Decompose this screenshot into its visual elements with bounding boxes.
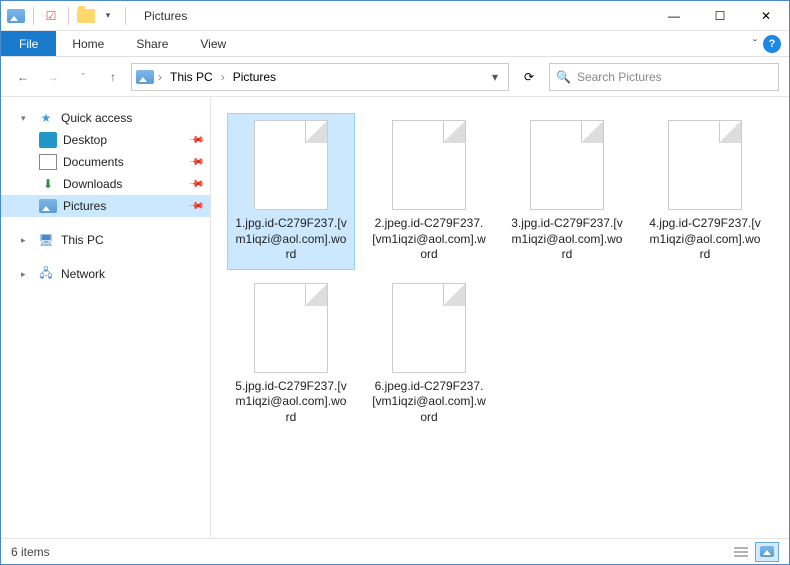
help-icon[interactable]: ?: [763, 35, 781, 53]
separator: [125, 7, 126, 25]
ribbon: File Home Share View ˇ ?: [1, 31, 789, 57]
close-button[interactable]: ✕: [743, 1, 789, 31]
network-icon: 🖧: [37, 266, 55, 282]
breadcrumb-this-pc[interactable]: This PC: [166, 68, 217, 86]
tab-view[interactable]: View: [184, 31, 242, 56]
file-item[interactable]: 6.jpeg.id-C279F237.[vm1iqzi@aol.com].wor…: [365, 276, 493, 433]
thumbnails-view-button[interactable]: [755, 542, 779, 562]
file-name: 3.jpg.id-C279F237.[vm1iqzi@aol.com].word: [510, 216, 624, 263]
sidebar-item-label: Desktop: [63, 133, 107, 147]
pin-icon: 📌: [187, 176, 204, 193]
breadcrumb-pictures[interactable]: Pictures: [229, 68, 280, 86]
window-controls: — ☐ ✕: [651, 1, 789, 31]
sidebar-quick-access[interactable]: ▾ ★ Quick access: [1, 107, 210, 129]
item-count: 6 items: [11, 545, 50, 559]
file-tab[interactable]: File: [1, 31, 56, 56]
properties-icon[interactable]: ☑: [42, 7, 60, 25]
pictures-icon: [39, 198, 57, 214]
star-icon: ★: [37, 110, 55, 126]
sidebar-item-label: Quick access: [61, 111, 132, 125]
details-icon: [734, 546, 748, 558]
refresh-button[interactable]: ⟳: [515, 63, 543, 91]
minimize-button[interactable]: —: [651, 1, 697, 31]
blank-file-icon: [254, 283, 328, 373]
file-item[interactable]: 1.jpg.id-C279F237.[vm1iqzi@aol.com].word: [227, 113, 355, 270]
file-item[interactable]: 5.jpg.id-C279F237.[vm1iqzi@aol.com].word: [227, 276, 355, 433]
pin-icon: 📌: [187, 132, 204, 149]
maximize-button[interactable]: ☐: [697, 1, 743, 31]
view-switcher: [729, 542, 779, 562]
ribbon-right: ˇ ?: [753, 31, 781, 56]
explorer-window: ☑ ▾ Pictures — ☐ ✕ File Home Share View …: [0, 0, 790, 565]
separator: [68, 7, 69, 25]
address-dropdown-icon[interactable]: ▾: [486, 70, 504, 84]
chevron-right-icon[interactable]: ▸: [21, 235, 31, 246]
qat-dropdown-icon[interactable]: ▾: [99, 7, 117, 25]
file-name: 4.jpg.id-C279F237.[vm1iqzi@aol.com].word: [648, 216, 762, 263]
file-name: 5.jpg.id-C279F237.[vm1iqzi@aol.com].word: [234, 379, 348, 426]
file-item[interactable]: 3.jpg.id-C279F237.[vm1iqzi@aol.com].word: [503, 113, 631, 270]
status-bar: 6 items: [1, 538, 789, 564]
sidebar-item-label: Documents: [63, 155, 124, 169]
chevron-right-icon[interactable]: ›: [221, 70, 225, 84]
quick-access-toolbar: ☑ ▾ Pictures: [1, 7, 187, 25]
sidebar-item-label: Network: [61, 267, 105, 281]
sidebar-item-label: Downloads: [63, 177, 122, 191]
chevron-right-icon[interactable]: ›: [158, 70, 162, 84]
details-view-button[interactable]: [729, 542, 753, 562]
file-name: 6.jpeg.id-C279F237.[vm1iqzi@aol.com].wor…: [372, 379, 486, 426]
blank-file-icon: [668, 120, 742, 210]
sidebar-network[interactable]: ▸ 🖧 Network: [1, 263, 210, 285]
app-icon: [7, 7, 25, 25]
address-bar[interactable]: › This PC › Pictures ▾: [131, 63, 509, 91]
navigation-bar: ← → ˇ ↑ › This PC › Pictures ▾ ⟳ 🔍: [1, 57, 789, 97]
sidebar-item-label: Pictures: [63, 199, 106, 213]
desktop-icon: [39, 132, 57, 148]
blank-file-icon: [392, 120, 466, 210]
computer-icon: 🖥: [37, 232, 55, 248]
sidebar-item-documents[interactable]: Documents 📌: [1, 151, 210, 173]
forward-button[interactable]: →: [41, 65, 65, 89]
sidebar-item-desktop[interactable]: Desktop 📌: [1, 129, 210, 151]
up-button[interactable]: ↑: [101, 65, 125, 89]
search-box[interactable]: 🔍: [549, 63, 779, 91]
file-item[interactable]: 2.jpeg.id-C279F237.[vm1iqzi@aol.com].wor…: [365, 113, 493, 270]
tab-home[interactable]: Home: [56, 31, 120, 56]
tab-share[interactable]: Share: [120, 31, 184, 56]
sidebar-item-downloads[interactable]: ⬇ Downloads 📌: [1, 173, 210, 195]
titlebar: ☑ ▾ Pictures — ☐ ✕: [1, 1, 789, 31]
new-folder-icon[interactable]: [77, 7, 95, 25]
sidebar-item-label: This PC: [61, 233, 104, 247]
navigation-pane[interactable]: ▾ ★ Quick access Desktop 📌 Documents 📌 ⬇…: [1, 97, 211, 538]
pin-icon: 📌: [187, 198, 204, 215]
separator: [33, 7, 34, 25]
blank-file-icon: [254, 120, 328, 210]
thumbnails-icon: [760, 546, 774, 557]
search-icon: 🔍: [556, 70, 571, 84]
file-list[interactable]: 1.jpg.id-C279F237.[vm1iqzi@aol.com].word…: [211, 97, 789, 538]
file-name: 1.jpg.id-C279F237.[vm1iqzi@aol.com].word: [234, 216, 348, 263]
chevron-down-icon[interactable]: ▾: [21, 113, 31, 124]
sidebar-item-pictures[interactable]: Pictures 📌: [1, 195, 210, 217]
back-button[interactable]: ←: [11, 65, 35, 89]
document-icon: [39, 154, 57, 170]
sidebar-this-pc[interactable]: ▸ 🖥 This PC: [1, 229, 210, 251]
expand-ribbon-icon[interactable]: ˇ: [753, 37, 757, 51]
file-item[interactable]: 4.jpg.id-C279F237.[vm1iqzi@aol.com].word: [641, 113, 769, 270]
file-name: 2.jpeg.id-C279F237.[vm1iqzi@aol.com].wor…: [372, 216, 486, 263]
search-input[interactable]: [577, 70, 772, 84]
download-icon: ⬇: [39, 176, 57, 192]
pin-icon: 📌: [187, 154, 204, 171]
recent-locations-button[interactable]: ˇ: [71, 65, 95, 89]
body: ▾ ★ Quick access Desktop 📌 Documents 📌 ⬇…: [1, 97, 789, 538]
window-title: Pictures: [144, 9, 187, 23]
blank-file-icon: [530, 120, 604, 210]
chevron-right-icon[interactable]: ▸: [21, 269, 31, 280]
location-icon: [136, 68, 154, 86]
blank-file-icon: [392, 283, 466, 373]
